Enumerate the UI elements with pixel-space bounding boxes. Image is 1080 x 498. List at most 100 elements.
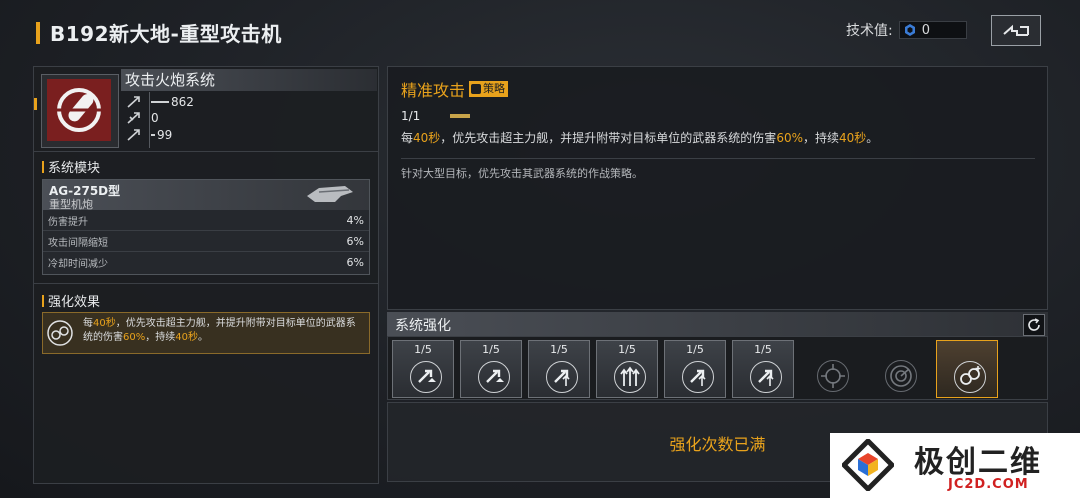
refresh-button[interactable] bbox=[1023, 314, 1045, 336]
section-accent bbox=[42, 294, 44, 307]
skill-description: 每40秒，优先攻击超主力舰，并提升附带对目标单位的武器系统的伤害60%，持续40… bbox=[401, 129, 878, 146]
slot-count: 1/5 bbox=[618, 343, 636, 356]
cannon-up-icon bbox=[546, 361, 578, 393]
effect-card: 每40秒，优先攻击超主力舰，并提升附带对目标单位的武器系统的伤害60%，持续40… bbox=[42, 312, 370, 354]
cannon-up-icon bbox=[682, 361, 714, 393]
slot-count: 1/5 bbox=[754, 343, 772, 356]
desc-text-part: 每 bbox=[401, 131, 414, 145]
effect-highlight: 40秒 bbox=[93, 318, 116, 329]
top-bar: B192新大地-重型攻击机 技术值: 0 bbox=[0, 0, 1080, 62]
desc-text-part: ，优先攻击超主力舰，并提升附带对目标单位的武器系统的伤害 bbox=[440, 131, 777, 145]
tech-value-display: 技术值: 0 bbox=[846, 20, 967, 40]
system-name: 攻击火炮系统 bbox=[121, 69, 377, 91]
badge-label: 策略 bbox=[483, 82, 506, 95]
module-stat-row: 攻击间隔缩短 6% bbox=[43, 231, 369, 252]
module-stat-value: 4% bbox=[346, 213, 364, 227]
cannon-system-icon bbox=[47, 79, 111, 141]
cannon-up-icon bbox=[478, 361, 510, 393]
system-icon-frame[interactable] bbox=[41, 74, 119, 148]
module-stat-value: 6% bbox=[346, 255, 364, 269]
modules-title: 系统模块 bbox=[48, 161, 101, 176]
watermark-cn: 极创二维 bbox=[914, 445, 1042, 480]
effect-section-title: 强化效果 bbox=[42, 291, 100, 310]
divider bbox=[34, 283, 378, 284]
effect-description: 每40秒，优先攻击超主力舰，并提升附带对目标单位的武器系统的伤害60%，持续40… bbox=[83, 317, 363, 345]
tech-label: 技术值: bbox=[846, 23, 893, 39]
effect-text-part: ，持续 bbox=[145, 332, 176, 343]
enhance-header: 系统强化 bbox=[387, 312, 1048, 336]
slot-count: 1/5 bbox=[550, 343, 568, 356]
module-type: 重型机炮 bbox=[49, 198, 93, 211]
back-button[interactable] bbox=[991, 15, 1041, 46]
enhance-slot[interactable]: 1/5 bbox=[460, 340, 522, 398]
desc-text-part: 。 bbox=[866, 131, 879, 145]
enhance-slot[interactable]: 1/5 bbox=[732, 340, 794, 398]
slot-count: 1/5 bbox=[686, 343, 704, 356]
skill-level: 1/1 bbox=[401, 109, 421, 123]
skill-panel: 精准攻击 策略 1/1 每40秒，优先攻击超主力舰，并提升附带对目标单位的武器系… bbox=[387, 66, 1048, 482]
module-stat-label: 伤害提升 bbox=[48, 216, 88, 228]
stat-damage-value: 862 bbox=[171, 95, 194, 109]
title-wrap: B192新大地-重型攻击机 bbox=[36, 18, 282, 47]
section-accent bbox=[42, 160, 44, 173]
module-stat-row: 冷却时间减少 6% bbox=[43, 252, 369, 272]
skill-note: 针对大型目标，优先攻击其武器系统的作战策略。 bbox=[401, 167, 643, 180]
skill-level-bar bbox=[450, 114, 470, 118]
skill-title-row: 精准攻击 策略 bbox=[401, 77, 509, 101]
skill-detail: 精准攻击 策略 1/1 每40秒，优先攻击超主力舰，并提升附带对目标单位的武器系… bbox=[387, 66, 1048, 310]
tech-value-box: 0 bbox=[898, 21, 967, 39]
desc-highlight: 40秒 bbox=[413, 131, 441, 145]
stat-hit-rate: 99 bbox=[127, 128, 172, 142]
stat-penetration-value: 0 bbox=[151, 111, 159, 125]
cannon-up-icon bbox=[750, 361, 782, 393]
refresh-icon bbox=[1028, 318, 1040, 331]
modules-section-title: 系统模块 bbox=[42, 157, 100, 176]
slot-count: 1/5 bbox=[414, 343, 432, 356]
enhance-slot[interactable]: 1/5 bbox=[392, 340, 454, 398]
radar-locked-icon bbox=[885, 360, 917, 392]
module-stat-label: 攻击间隔缩短 bbox=[48, 237, 108, 249]
stat-hit-rate-value: 99 bbox=[157, 128, 173, 142]
effect-text-part: 。 bbox=[197, 332, 208, 343]
watermark: 极创二维 JC2D.COM bbox=[830, 433, 1080, 498]
page-title: B192新大地-重型攻击机 bbox=[50, 22, 282, 46]
effect-text-part: 每 bbox=[83, 318, 93, 329]
desc-highlight: 40秒 bbox=[839, 131, 867, 145]
module-header: AG-275D型 重型机炮 bbox=[43, 180, 369, 211]
penetration-icon bbox=[127, 112, 140, 124]
gear-boost-icon bbox=[47, 320, 73, 346]
module-stat-row: 伤害提升 4% bbox=[43, 210, 369, 231]
watermark-logo bbox=[842, 439, 894, 491]
stat-penetration: 0 bbox=[127, 111, 159, 125]
system-panel: 攻击火炮系统 862 0 99 系统模块 AG-275D型 重型机炮 伤害提升 … bbox=[33, 66, 379, 484]
enhance-slot-locked[interactable] bbox=[868, 340, 930, 398]
tech-point-icon bbox=[904, 24, 915, 36]
damage-icon bbox=[127, 96, 140, 108]
desc-text-part: ，持续 bbox=[802, 131, 839, 145]
stat-bar-small bbox=[151, 134, 155, 136]
divider bbox=[401, 158, 1035, 159]
gear-boost-icon bbox=[954, 361, 986, 393]
system-header: 攻击火炮系统 862 0 99 bbox=[34, 68, 377, 150]
enhance-slot-selected[interactable] bbox=[936, 340, 998, 398]
enhance-title: 系统强化 bbox=[395, 318, 451, 334]
enhance-slot[interactable]: 1/5 bbox=[528, 340, 590, 398]
divider bbox=[34, 151, 378, 152]
effect-highlight: 40秒 bbox=[175, 332, 198, 343]
triple-arrow-icon bbox=[614, 361, 646, 393]
slot-count: 1/5 bbox=[482, 343, 500, 356]
heavy-cannon-icon bbox=[307, 186, 353, 202]
enhance-slot[interactable]: 1/5 bbox=[664, 340, 726, 398]
module-card[interactable]: AG-275D型 重型机炮 伤害提升 4% 攻击间隔缩短 6% 冷却时间减少 6… bbox=[42, 179, 370, 275]
skill-title: 精准攻击 bbox=[401, 81, 466, 100]
enhance-slot[interactable]: 1/5 bbox=[596, 340, 658, 398]
back-icon bbox=[1003, 24, 1029, 36]
effect-highlight: 60% bbox=[123, 332, 146, 343]
effect-title: 强化效果 bbox=[48, 295, 101, 310]
strategy-badge: 策略 bbox=[469, 81, 509, 97]
stat-damage: 862 bbox=[127, 95, 194, 109]
hit-rate-icon bbox=[127, 129, 140, 141]
watermark-en: JC2D.COM bbox=[948, 477, 1029, 492]
enhance-slot-locked[interactable] bbox=[800, 340, 862, 398]
target-locked-icon bbox=[817, 360, 849, 392]
